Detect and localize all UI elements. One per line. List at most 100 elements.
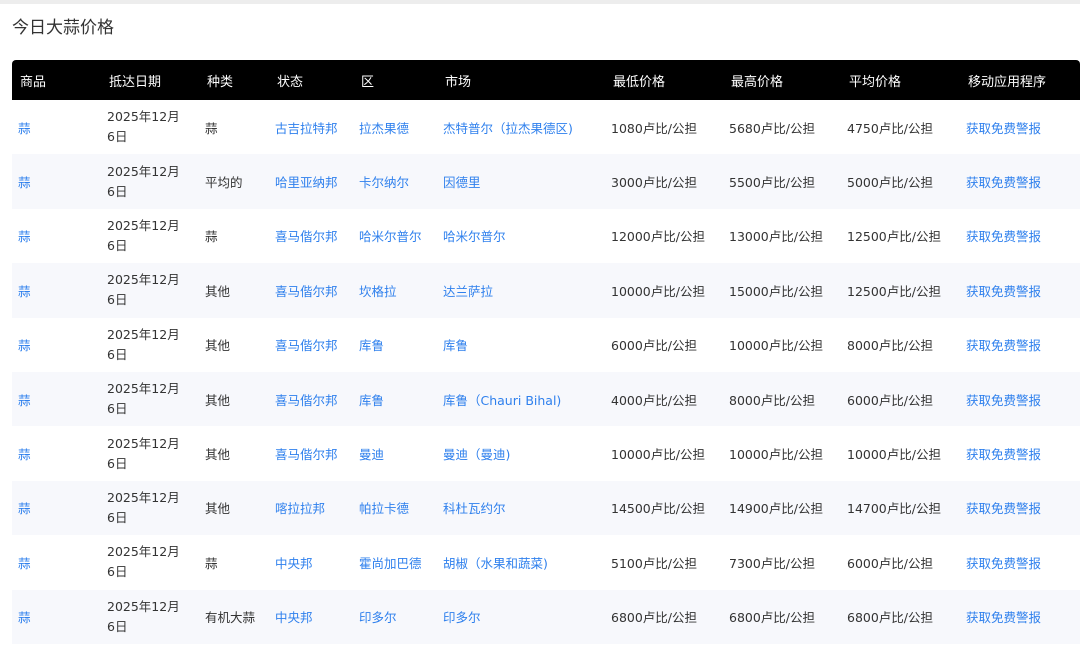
commodity-link[interactable]: 蒜: [18, 556, 31, 571]
commodity-link[interactable]: 蒜: [18, 175, 31, 190]
cell-min: 1080卢比/公担: [605, 100, 723, 154]
cell-variety: 其他: [199, 263, 269, 317]
commodity-link[interactable]: 蒜: [18, 284, 31, 299]
cell-app: 获取免费警报: [960, 535, 1080, 589]
cell-max: 5680卢比/公担: [723, 100, 841, 154]
cell-state: 喜马偕尔邦: [269, 209, 353, 263]
avg-price: 10000卢比/公担: [847, 447, 941, 463]
district-link[interactable]: 哈米尔普尔: [359, 229, 422, 244]
market-link[interactable]: 杰特普尔（拉杰果德区): [443, 121, 573, 136]
commodity-link[interactable]: 蒜: [18, 338, 31, 353]
district-link[interactable]: 拉杰果德: [359, 121, 409, 136]
cell-commodity: 蒜: [12, 318, 101, 372]
state-link[interactable]: 古吉拉特邦: [275, 121, 338, 136]
cell-app: 获取免费警报: [960, 209, 1080, 263]
district-link[interactable]: 曼迪: [359, 447, 384, 462]
cell-district: 哈米尔普尔: [353, 209, 437, 263]
get-free-alert-link[interactable]: 获取免费警报: [966, 121, 1041, 136]
cell-date: 2025年12月6日: [101, 535, 199, 589]
market-link[interactable]: 库鲁: [443, 338, 468, 353]
cell-min: 12000卢比/公担: [605, 209, 723, 263]
commodity-link[interactable]: 蒜: [18, 610, 31, 625]
header-max-price: 最高价格: [731, 74, 784, 90]
district-link[interactable]: 帕拉卡德: [359, 501, 409, 516]
cell-date: 2025年12月6日: [101, 590, 199, 644]
market-link[interactable]: 曼迪（曼迪): [443, 447, 510, 462]
variety: 蒜: [205, 229, 218, 245]
state-link[interactable]: 喜马偕尔邦: [275, 393, 338, 408]
state-link[interactable]: 喜马偕尔邦: [275, 338, 338, 353]
market-link[interactable]: 库鲁（Chauri Bihal): [443, 393, 561, 408]
market-link[interactable]: 因德里: [443, 175, 481, 190]
state-link[interactable]: 喀拉拉邦: [275, 501, 325, 516]
cell-state: 中央邦: [269, 590, 353, 644]
commodity-link[interactable]: 蒜: [18, 447, 31, 462]
cell-commodity: 蒜: [12, 154, 101, 208]
state-link[interactable]: 喜马偕尔邦: [275, 284, 338, 299]
cell-state: 喜马偕尔邦: [269, 372, 353, 426]
get-free-alert-link[interactable]: 获取免费警报: [966, 393, 1041, 408]
market-link[interactable]: 达兰萨拉: [443, 284, 493, 299]
get-free-alert-link[interactable]: 获取免费警报: [966, 501, 1041, 516]
state-link[interactable]: 喜马偕尔邦: [275, 447, 338, 462]
get-free-alert-link[interactable]: 获取免费警报: [966, 284, 1041, 299]
cell-avg: 14700卢比/公担: [841, 481, 960, 535]
table-header-row: 商品 抵达日期 种类 状态 区 市场 最低价格 最高价格 平均价格 移动应用程序: [12, 60, 1080, 100]
table-row: 蒜 2025年12月6日 有机大蒜 中央邦 印多尔 印多尔 6800卢比/公担 6800卢比/…: [12, 589, 1080, 644]
cell-min: 14500卢比/公担: [605, 481, 723, 535]
cell-market: 杰特普尔（拉杰果德区): [437, 100, 605, 154]
commodity-link[interactable]: 蒜: [18, 393, 31, 408]
table-row: 蒜 2025年12月6日 其他 喜马偕尔邦 坎格拉 达兰萨拉 10000卢比/公担 15000…: [12, 263, 1080, 318]
get-free-alert-link[interactable]: 获取免费警报: [966, 556, 1041, 571]
cell-state: 古吉拉特邦: [269, 100, 353, 154]
district-link[interactable]: 库鲁: [359, 393, 384, 408]
cell-commodity: 蒜: [12, 263, 101, 317]
variety: 其他: [205, 283, 231, 299]
cell-avg: 6000卢比/公担: [841, 372, 960, 426]
district-link[interactable]: 卡尔纳尔: [359, 175, 409, 190]
cell-app: 获取免费警报: [960, 263, 1080, 317]
arrival-date: 2025年12月6日: [107, 435, 180, 471]
market-link[interactable]: 印多尔: [443, 610, 481, 625]
min-price: 3000卢比/公担: [611, 175, 698, 191]
avg-price: 12500卢比/公担: [847, 283, 941, 299]
market-link[interactable]: 哈米尔普尔: [443, 229, 506, 244]
commodity-link[interactable]: 蒜: [18, 229, 31, 244]
header-district: 区: [361, 74, 375, 90]
table-row: 蒜 2025年12月6日 其他 喜马偕尔邦 曼迪 曼迪（曼迪) 10000卢比/公担 1000…: [12, 426, 1080, 481]
price-table-container: 商品 抵达日期 种类 状态 区 市场 最低价格 最高价格 平均价格 移动应用程序…: [12, 60, 1080, 644]
get-free-alert-link[interactable]: 获取免费警报: [966, 229, 1041, 244]
cell-market: 科杜瓦约尔: [437, 481, 605, 535]
max-price: 5680卢比/公担: [729, 120, 816, 136]
state-link[interactable]: 中央邦: [275, 556, 313, 571]
cell-variety: 平均的: [199, 154, 269, 208]
variety: 其他: [205, 338, 231, 354]
district-link[interactable]: 库鲁: [359, 338, 384, 353]
cell-avg: 4750卢比/公担: [841, 100, 960, 154]
variety: 有机大蒜: [205, 610, 256, 626]
commodity-link[interactable]: 蒜: [18, 501, 31, 516]
header-state: 状态: [277, 74, 304, 90]
state-link[interactable]: 哈里亚纳邦: [275, 175, 338, 190]
district-link[interactable]: 霍尚加巴德: [359, 556, 422, 571]
market-link[interactable]: 胡椒（水果和蔬菜): [443, 556, 548, 571]
max-price: 14900卢比/公担: [729, 501, 823, 517]
avg-price: 8000卢比/公担: [847, 338, 934, 354]
state-link[interactable]: 喜马偕尔邦: [275, 229, 338, 244]
get-free-alert-link[interactable]: 获取免费警报: [966, 610, 1041, 625]
market-link[interactable]: 科杜瓦约尔: [443, 501, 506, 516]
get-free-alert-link[interactable]: 获取免费警报: [966, 338, 1041, 353]
price-table: 商品 抵达日期 种类 状态 区 市场 最低价格 最高价格 平均价格 移动应用程序…: [12, 60, 1080, 644]
get-free-alert-link[interactable]: 获取免费警报: [966, 175, 1041, 190]
get-free-alert-link[interactable]: 获取免费警报: [966, 447, 1041, 462]
state-link[interactable]: 中央邦: [275, 610, 313, 625]
cell-commodity: 蒜: [12, 535, 101, 589]
cell-max: 8000卢比/公担: [723, 372, 841, 426]
district-link[interactable]: 印多尔: [359, 610, 397, 625]
cell-max: 13000卢比/公担: [723, 209, 841, 263]
commodity-link[interactable]: 蒜: [18, 121, 31, 136]
district-link[interactable]: 坎格拉: [359, 284, 397, 299]
cell-district: 卡尔纳尔: [353, 154, 437, 208]
arrival-date: 2025年12月6日: [107, 272, 180, 308]
cell-avg: 10000卢比/公担: [841, 426, 960, 480]
